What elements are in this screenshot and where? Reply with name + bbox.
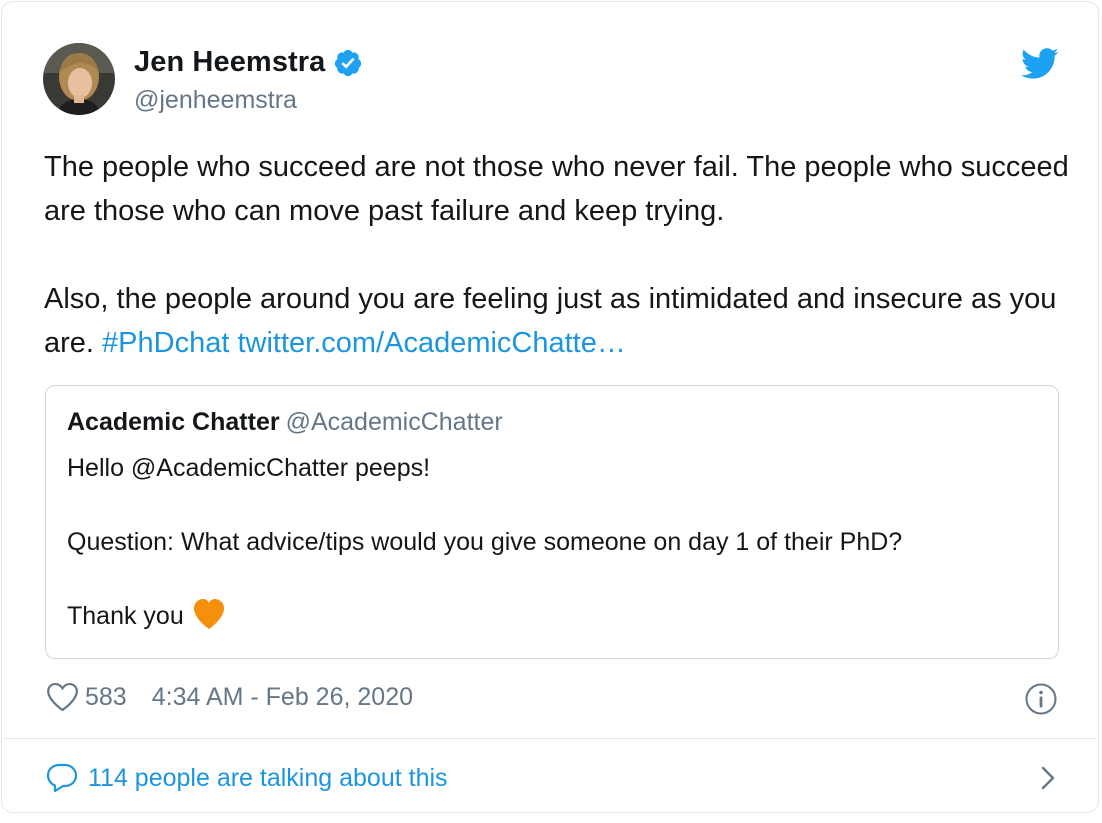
quoted-line-3-row: Thank you [67, 598, 902, 635]
quoted-author-handle: @AcademicChatter [285, 408, 503, 436]
reply-bubble-icon [46, 763, 78, 793]
like-count: 583 [85, 682, 127, 711]
quoted-line-1: Hello @AcademicChatter peeps! [67, 454, 431, 482]
quoted-author-name: Academic Chatter [67, 408, 280, 436]
quoted-line-3: Thank you [67, 602, 184, 630]
divider [3, 738, 1097, 739]
heart-icon[interactable] [46, 682, 79, 712]
info-icon[interactable] [1024, 682, 1058, 716]
avatar[interactable] [43, 43, 115, 115]
quoted-tweet-header: Academic Chatter @AcademicChatter [67, 408, 503, 437]
conversation-link[interactable]: 114 people are talking about this [46, 760, 1058, 796]
quoted-url-link[interactable]: twitter.com/AcademicChatte… [237, 327, 625, 359]
tweet-text: The people who succeed are not those who… [44, 145, 1069, 365]
tweet-meta: 583 4:34 AM - Feb 26, 2020 [46, 682, 413, 712]
timestamp[interactable]: 4:34 AM - Feb 26, 2020 [152, 683, 413, 712]
hashtag-link[interactable]: #PhDchat [102, 327, 229, 359]
verified-badge-icon [335, 49, 362, 76]
author-name-row: Jen Heemstra [134, 46, 363, 79]
tweet-paragraph-1: The people who succeed are not those who… [44, 151, 1069, 227]
tweet-card: Jen Heemstra @jenheemstra The people who… [1, 1, 1099, 813]
quoted-tweet[interactable]: Academic Chatter @AcademicChatter Hello @… [45, 385, 1059, 659]
quoted-line-2: Question: What advice/tips would you giv… [67, 528, 903, 556]
conversation-label: 114 people are talking about this [88, 763, 448, 792]
chevron-right-icon [1041, 766, 1055, 790]
quoted-tweet-body: Hello @AcademicChatter peeps! Question: … [67, 450, 902, 635]
author-name[interactable]: Jen Heemstra [134, 46, 325, 79]
author-handle[interactable]: @jenheemstra [134, 86, 297, 115]
tweet-paragraph-2: Also, the people around you are feeling … [44, 277, 1069, 365]
orange-heart-icon [193, 598, 224, 630]
twitter-bird-icon[interactable] [1021, 46, 1059, 80]
